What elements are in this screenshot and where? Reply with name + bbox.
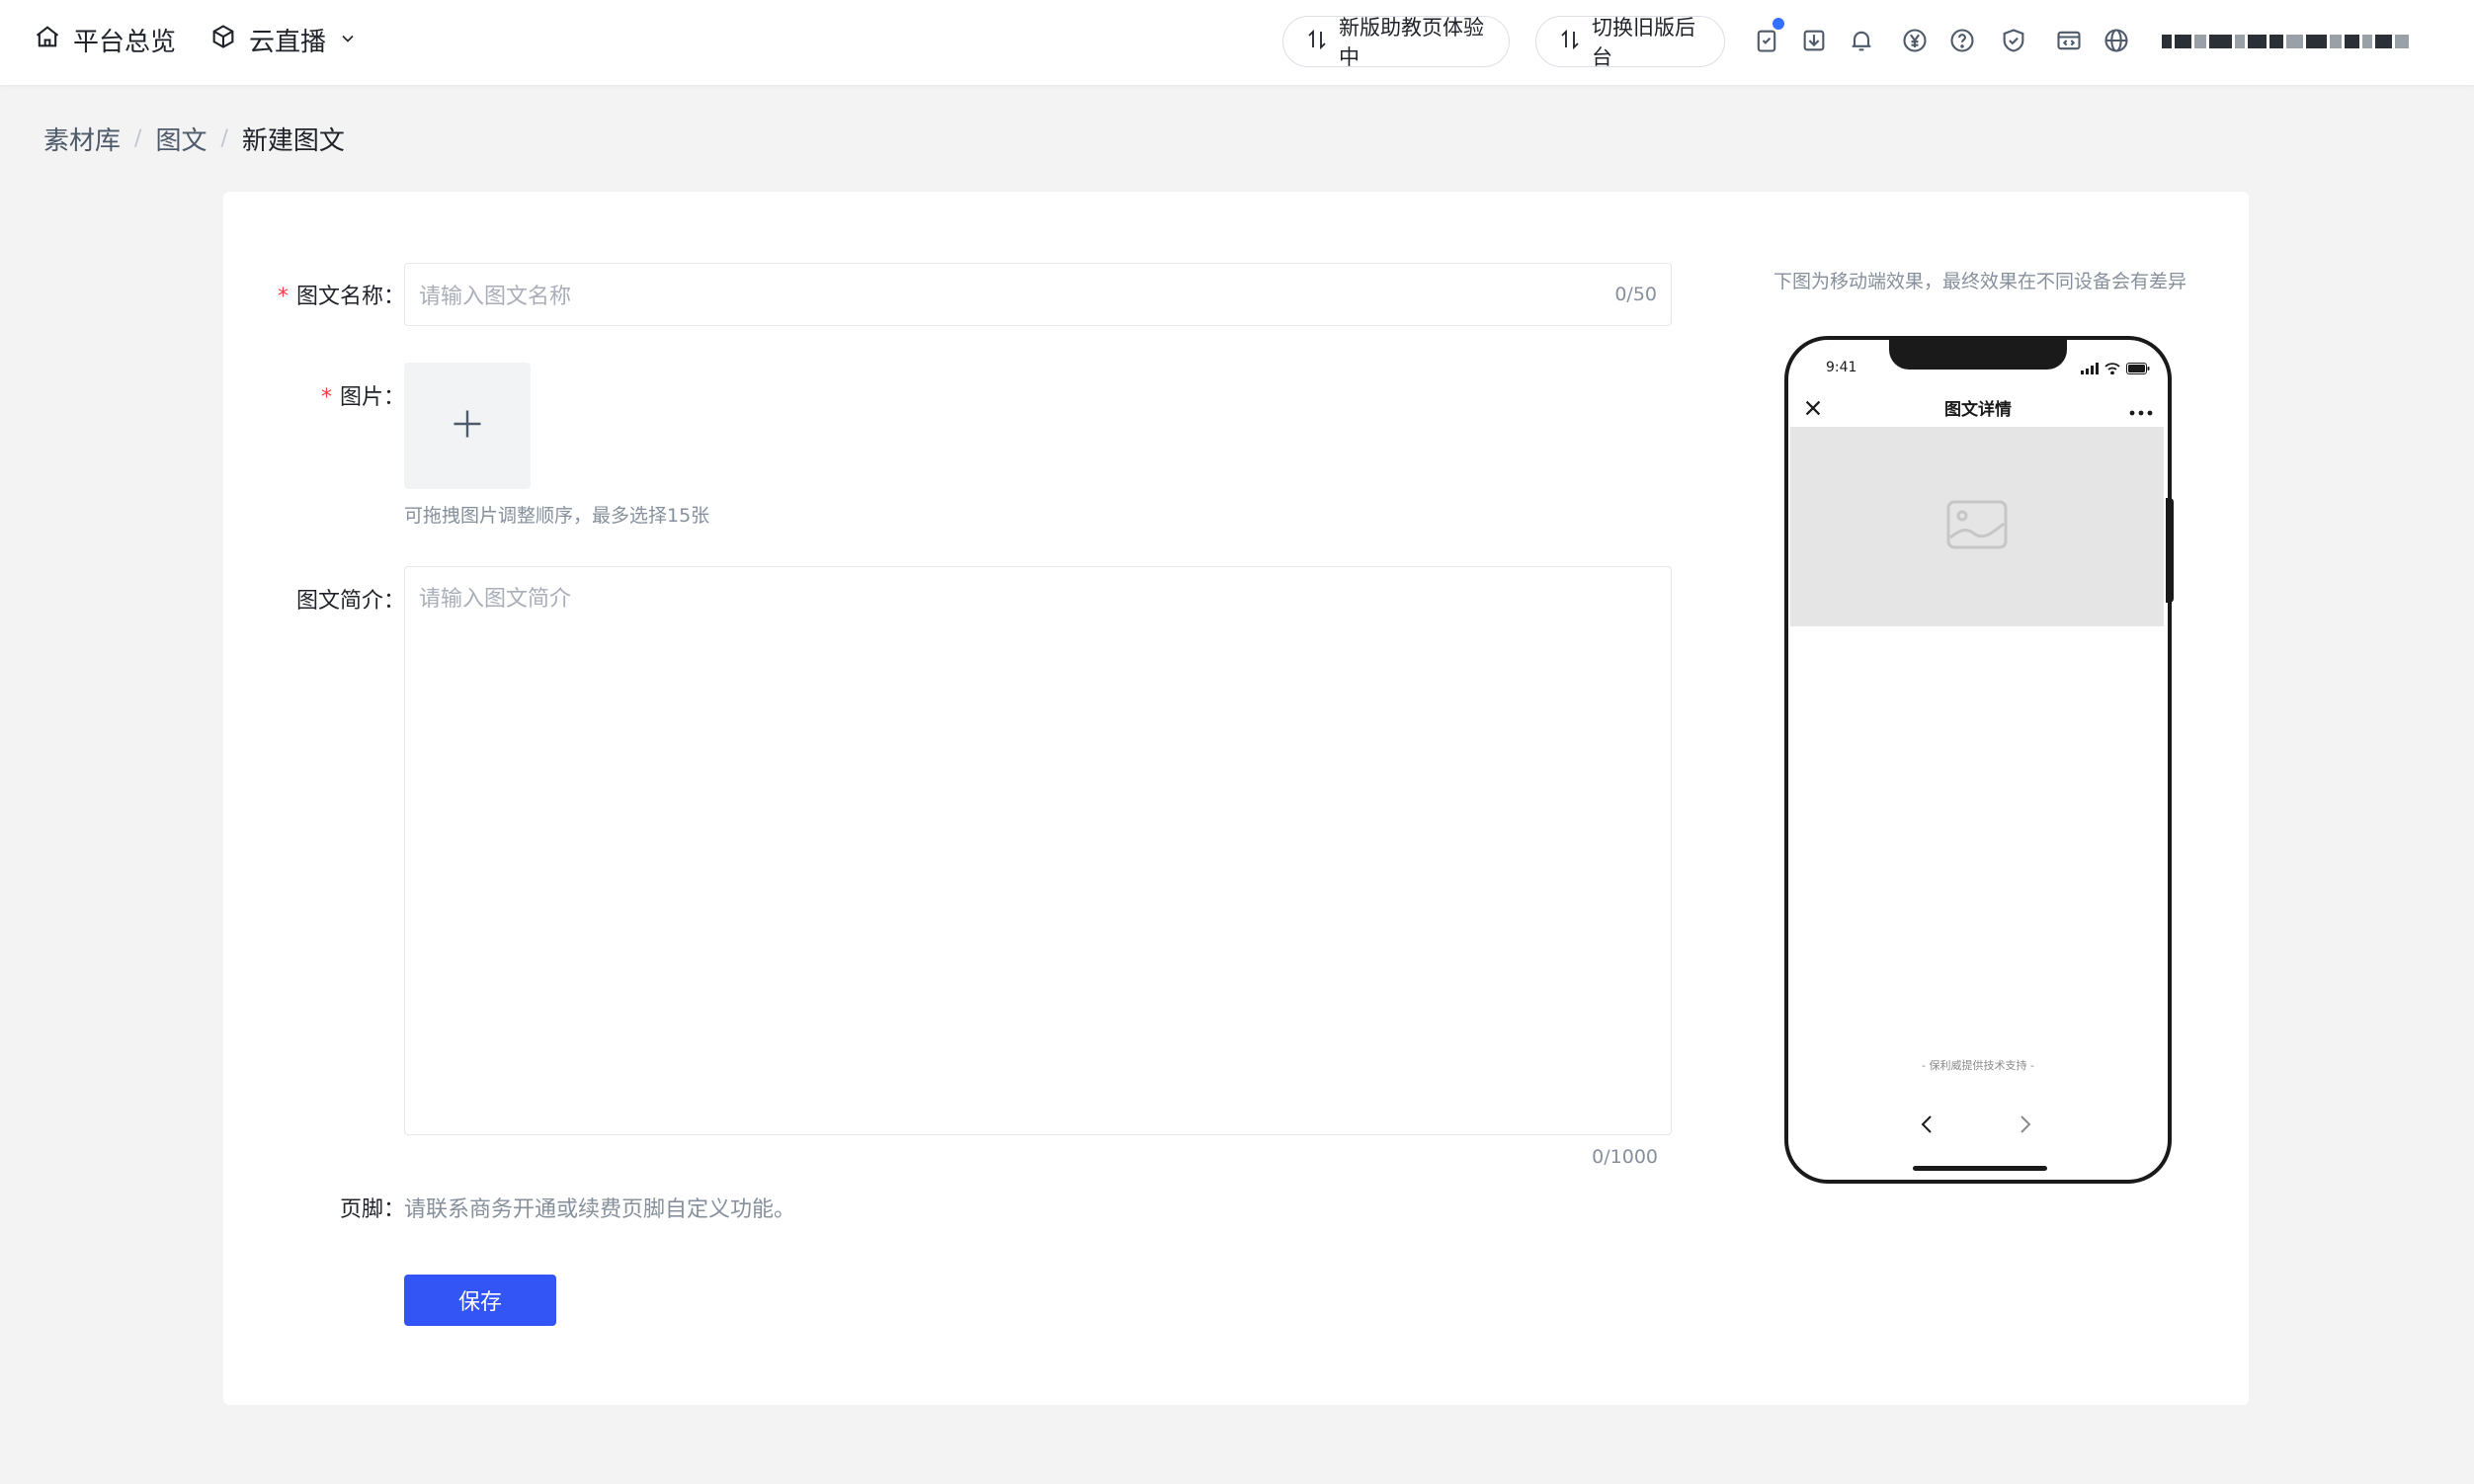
required-mark: * xyxy=(320,385,332,410)
breadcrumb: 素材库 / 图文 / 新建图文 xyxy=(43,121,345,157)
phone-preview: 9:41 图文详情 - 保利威提供技术支持 - xyxy=(1784,336,2172,1184)
intro-counter: 0/1000 xyxy=(1592,1146,1658,1168)
shield-icon[interactable] xyxy=(1998,24,2029,57)
battery-icon xyxy=(2126,360,2150,378)
nav-platform-overview[interactable]: 平台总览 xyxy=(34,22,176,58)
chevron-right-icon[interactable] xyxy=(2016,1113,2035,1136)
cube-icon xyxy=(209,23,237,57)
image-placeholder-icon xyxy=(1946,500,2008,553)
user-name-redacted[interactable] xyxy=(2162,28,2409,55)
image-upload-button[interactable] xyxy=(404,363,531,489)
image-hint: 可拖拽图片调整顺序，最多选择15张 xyxy=(404,505,710,527)
switch-old-admin-button[interactable]: 切换旧版后台 xyxy=(1535,16,1725,69)
breadcrumb-separator: / xyxy=(220,126,228,151)
name-input[interactable]: 请输入图文名称 0/50 xyxy=(404,263,1672,326)
intro-textarea[interactable]: 请输入图文简介 xyxy=(404,566,1672,1135)
phone-status-bar xyxy=(2081,360,2150,378)
breadcrumb-item-article[interactable]: 图文 xyxy=(155,121,206,157)
footer-label: 页脚： xyxy=(339,1197,405,1222)
required-mark: * xyxy=(277,285,289,309)
yen-icon[interactable] xyxy=(1899,24,1931,57)
switch-icon xyxy=(1305,28,1329,56)
phone-notch xyxy=(1889,340,2067,370)
nav-label: 云直播 xyxy=(249,28,327,57)
name-label: * 图文名称： xyxy=(277,285,405,309)
chevron-left-icon[interactable] xyxy=(1917,1113,1937,1136)
breadcrumb-item-current: 新建图文 xyxy=(241,126,345,156)
breadcrumb-separator: / xyxy=(134,126,142,151)
breadcrumb-item-library[interactable]: 素材库 xyxy=(43,121,121,157)
phone-side-button xyxy=(2166,498,2174,603)
button-label: 切换旧版后台 xyxy=(1592,16,1695,69)
name-counter: 0/50 xyxy=(1614,284,1657,305)
wifi-icon xyxy=(2104,360,2120,378)
signal-icon xyxy=(2081,360,2099,378)
download-icon[interactable] xyxy=(1798,24,1830,57)
button-label: 新版助教页体验中 xyxy=(1339,16,1484,69)
preview-note: 下图为移动端效果，最终效果在不同设备会有差异 xyxy=(1773,271,2186,292)
home-icon xyxy=(34,23,61,57)
code-window-icon[interactable] xyxy=(2053,24,2085,57)
phone-image-placeholder xyxy=(1790,427,2164,626)
intro-label: 图文简介： xyxy=(295,589,405,614)
chevron-down-icon xyxy=(338,26,358,55)
phone-home-indicator xyxy=(1913,1166,2047,1171)
more-icon[interactable] xyxy=(2128,403,2154,416)
editor-card: * 图文名称： 请输入图文名称 0/50 * 图片： 可拖拽图片调整顺序，最多选择1… xyxy=(223,192,2249,1405)
switch-icon xyxy=(1558,28,1582,56)
nav-cloud-live[interactable]: 云直播 xyxy=(209,22,358,58)
image-label: * 图片： xyxy=(320,385,405,410)
top-bar: 平台总览 云直播 新版助教页体验中 切换旧版后台 xyxy=(0,0,2474,85)
phone-page-title: 图文详情 xyxy=(1944,400,2012,420)
bell-icon[interactable] xyxy=(1846,24,1877,57)
save-button[interactable]: 保存 xyxy=(404,1275,556,1326)
phone-tech-support: - 保利威提供技术支持 - xyxy=(1922,1059,2034,1072)
new-assistant-page-button[interactable]: 新版助教页体验中 xyxy=(1282,16,1510,69)
phone-time: 9:41 xyxy=(1826,360,1857,375)
task-icon[interactable] xyxy=(1751,16,1786,57)
nav-label: 平台总览 xyxy=(73,28,177,57)
plus-icon xyxy=(450,406,485,446)
intro-placeholder: 请输入图文简介 xyxy=(419,587,572,612)
notification-badge xyxy=(1771,16,1786,32)
help-icon[interactable] xyxy=(1946,24,1978,57)
globe-icon[interactable] xyxy=(2101,24,2132,57)
footer-text: 请联系商务开通或续费页脚自定义功能。 xyxy=(404,1197,796,1222)
name-placeholder: 请输入图文名称 xyxy=(419,285,572,309)
